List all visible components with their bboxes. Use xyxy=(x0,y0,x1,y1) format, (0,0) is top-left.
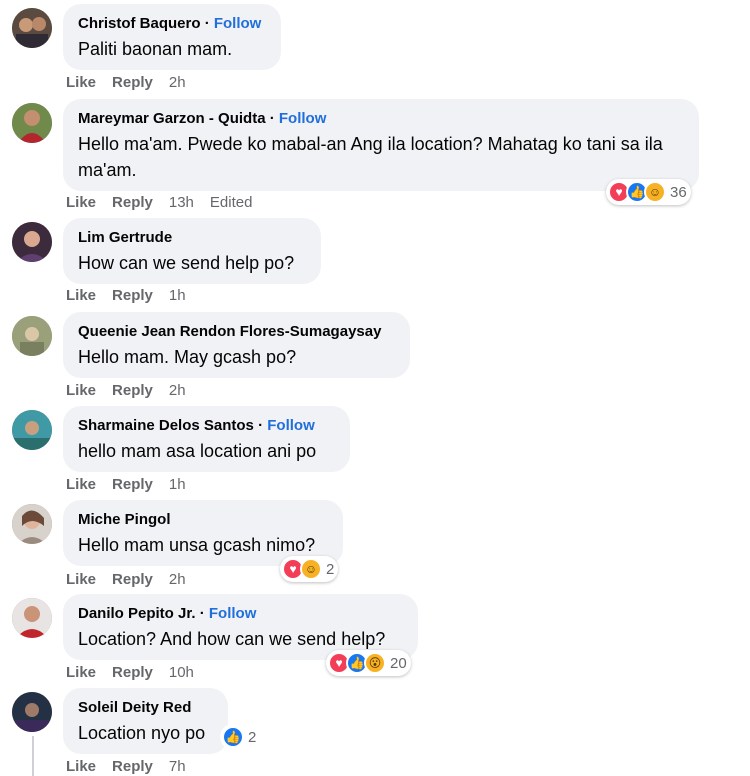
like-reaction-icon: 👍 xyxy=(222,726,244,748)
follow-button[interactable]: Follow xyxy=(267,417,315,434)
commenter-name[interactable]: Sharmaine Delos Santos xyxy=(78,417,254,434)
like-button[interactable]: Like xyxy=(66,664,96,682)
timestamp[interactable]: 10h xyxy=(169,664,194,682)
comment-actions: Like Reply 10h xyxy=(66,664,210,682)
separator: · xyxy=(199,605,205,622)
comment-bubble: Lim Gertrude How can we send help po? xyxy=(63,218,321,284)
like-button[interactable]: Like xyxy=(66,476,96,494)
avatar[interactable] xyxy=(12,504,52,544)
separator: · xyxy=(204,15,210,32)
reply-button[interactable]: Reply xyxy=(112,74,153,92)
timestamp[interactable]: 2h xyxy=(169,571,186,589)
reaction-count: 2 xyxy=(326,560,335,578)
timestamp[interactable]: 2h xyxy=(169,74,186,92)
timestamp[interactable]: 13h xyxy=(169,194,194,212)
timestamp[interactable]: 1h xyxy=(169,287,186,305)
edited-label[interactable]: Edited xyxy=(210,194,253,212)
commenter-name[interactable]: Queenie Jean Rendon Flores-Sumagaysay xyxy=(78,323,381,340)
commenter-name[interactable]: Miche Pingol xyxy=(78,511,171,528)
thread-line xyxy=(32,736,34,776)
comment-actions: Like Reply 7h xyxy=(66,758,202,776)
reply-button[interactable]: Reply xyxy=(112,287,153,305)
comment-bubble: Sharmaine Delos Santos · Follow hello ma… xyxy=(63,406,350,472)
commenter-name[interactable]: Danilo Pepito Jr. xyxy=(78,605,196,622)
like-button[interactable]: Like xyxy=(66,382,96,400)
comment-text: hello mam asa location ani po xyxy=(78,441,317,461)
reply-button[interactable]: Reply xyxy=(112,194,153,212)
commenter-name[interactable]: Christof Baquero xyxy=(78,15,201,32)
timestamp[interactable]: 7h xyxy=(169,758,186,776)
comment-actions: Like Reply 1h xyxy=(66,476,202,494)
comment-text: Paliti baonan mam. xyxy=(78,39,233,59)
avatar[interactable] xyxy=(12,316,52,356)
avatar[interactable] xyxy=(12,222,52,262)
avatar[interactable] xyxy=(12,8,52,48)
comment-bubble: Queenie Jean Rendon Flores-Sumagaysay He… xyxy=(63,312,410,378)
avatar[interactable] xyxy=(12,598,52,638)
comment-text: Hello mam. May gcash po? xyxy=(78,347,297,367)
comment-text: How can we send help po? xyxy=(78,253,295,273)
reply-button[interactable]: Reply xyxy=(112,758,153,776)
like-button[interactable]: Like xyxy=(66,74,96,92)
like-button[interactable]: Like xyxy=(66,194,96,212)
like-button[interactable]: Like xyxy=(66,571,96,589)
comment-actions: Like Reply 13h Edited xyxy=(66,194,268,212)
like-button[interactable]: Like xyxy=(66,287,96,305)
reply-button[interactable]: Reply xyxy=(112,571,153,589)
comment-text: Hello mam unsa gcash nimo? xyxy=(78,535,316,555)
separator: · xyxy=(258,417,264,434)
avatar[interactable] xyxy=(12,103,52,143)
comment-actions: Like Reply 1h xyxy=(66,287,202,305)
reply-button[interactable]: Reply xyxy=(112,476,153,494)
comment-text: Location? And how can we send help? xyxy=(78,629,386,649)
care-reaction-icon: ☺ xyxy=(644,181,666,203)
reaction-count: 2 xyxy=(248,728,257,746)
like-button[interactable]: Like xyxy=(66,758,96,776)
comment-actions: Like Reply 2h xyxy=(66,382,202,400)
reply-button[interactable]: Reply xyxy=(112,382,153,400)
timestamp[interactable]: 2h xyxy=(169,382,186,400)
comment-bubble: Christof Baquero · Follow Paliti baonan … xyxy=(63,4,281,70)
separator: · xyxy=(269,110,275,127)
reactions-summary[interactable]: ♥ ☺ 2 xyxy=(280,556,339,582)
comment-text: Hello ma'am. Pwede ko mabal-an Ang ila l… xyxy=(78,134,663,180)
follow-button[interactable]: Follow xyxy=(214,15,262,32)
comment-actions: Like Reply 2h xyxy=(66,74,202,92)
follow-button[interactable]: Follow xyxy=(279,110,327,127)
reactions-summary[interactable]: 👍 2 xyxy=(220,724,261,750)
commenter-name[interactable]: Soleil Deity Red xyxy=(78,699,191,716)
follow-button[interactable]: Follow xyxy=(209,605,257,622)
care-reaction-icon: ☺ xyxy=(300,558,322,580)
comment-actions: Like Reply 2h xyxy=(66,571,202,589)
timestamp[interactable]: 1h xyxy=(169,476,186,494)
reaction-count: 20 xyxy=(390,654,407,672)
avatar[interactable] xyxy=(12,692,52,732)
commenter-name[interactable]: Lim Gertrude xyxy=(78,229,172,246)
comment-bubble: Soleil Deity Red Location nyo po xyxy=(63,688,228,754)
avatar[interactable] xyxy=(12,410,52,450)
commenter-name[interactable]: Mareymar Garzon - Quidta xyxy=(78,110,266,127)
reactions-summary[interactable]: ♥ 👍 ☺ 36 xyxy=(606,179,691,205)
wow-reaction-icon: 😮 xyxy=(364,652,386,674)
comment-bubble: Mareymar Garzon - Quidta · Follow Hello … xyxy=(63,99,699,191)
comment-text: Location nyo po xyxy=(78,723,206,743)
reactions-summary[interactable]: ♥ 👍 😮 20 xyxy=(326,650,411,676)
reply-button[interactable]: Reply xyxy=(112,664,153,682)
reaction-count: 36 xyxy=(670,183,687,201)
